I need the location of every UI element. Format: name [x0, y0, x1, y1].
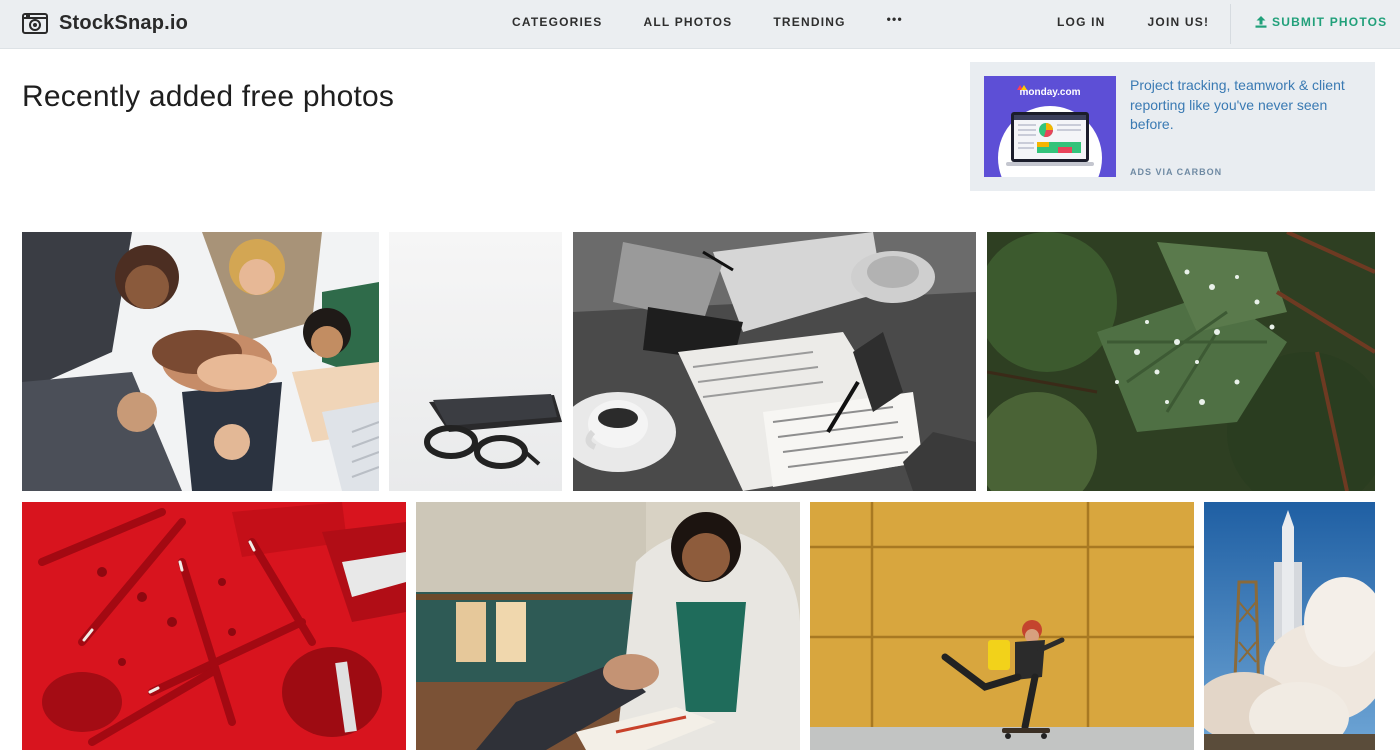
photo-image: [416, 502, 800, 750]
photo-card[interactable]: [987, 232, 1375, 491]
submit-photos-button[interactable]: SUBMIT PHOTOS: [1255, 0, 1387, 44]
photo-image: [389, 232, 562, 491]
ad-text-link[interactable]: Project tracking, teamwork & client repo…: [1130, 76, 1362, 135]
photo-card[interactable]: [22, 502, 406, 750]
photo-image: [987, 232, 1375, 491]
photo-card[interactable]: [389, 232, 562, 491]
join-link[interactable]: JOIN US!: [1148, 15, 1210, 29]
photo-image: [573, 232, 976, 491]
brand-name: StockSnap.io: [59, 11, 189, 34]
photo-image: [1204, 502, 1375, 750]
nav-categories[interactable]: CATEGORIES: [512, 15, 602, 29]
account-nav: LOG IN JOIN US!: [1057, 0, 1251, 44]
photo-card[interactable]: [22, 232, 379, 491]
carbon-ad: monday.com Project tracking, teamwork & …: [970, 62, 1375, 191]
upload-icon: [1255, 16, 1267, 28]
nav-divider: [1230, 4, 1231, 44]
photo-card[interactable]: [573, 232, 976, 491]
photo-image: [22, 232, 379, 491]
ads-via-carbon-link[interactable]: ADS VIA CARBON: [1130, 167, 1222, 177]
photo-card[interactable]: [1204, 502, 1375, 750]
nav-all-photos[interactable]: ALL PHOTOS: [643, 15, 732, 29]
login-link[interactable]: LOG IN: [1057, 15, 1106, 29]
page-title: Recently added free photos: [22, 80, 395, 113]
nav-trending[interactable]: TRENDING: [773, 15, 845, 29]
submit-photos-label: SUBMIT PHOTOS: [1272, 15, 1388, 29]
photo-card[interactable]: [416, 502, 800, 750]
main-nav: CATEGORIES ALL PHOTOS TRENDING •••: [512, 0, 944, 44]
camera-icon: [22, 13, 48, 34]
more-menu-button[interactable]: •••: [887, 12, 903, 26]
photo-card[interactable]: [810, 502, 1194, 750]
ad-image[interactable]: monday.com: [984, 76, 1116, 177]
photo-image: [22, 502, 406, 750]
ad-brand-text: monday.com: [1020, 87, 1081, 98]
photo-image: [810, 502, 1194, 750]
top-navbar: StockSnap.io CATEGORIES ALL PHOTOS TREND…: [0, 0, 1400, 49]
brand-logo[interactable]: StockSnap.io: [22, 10, 188, 36]
